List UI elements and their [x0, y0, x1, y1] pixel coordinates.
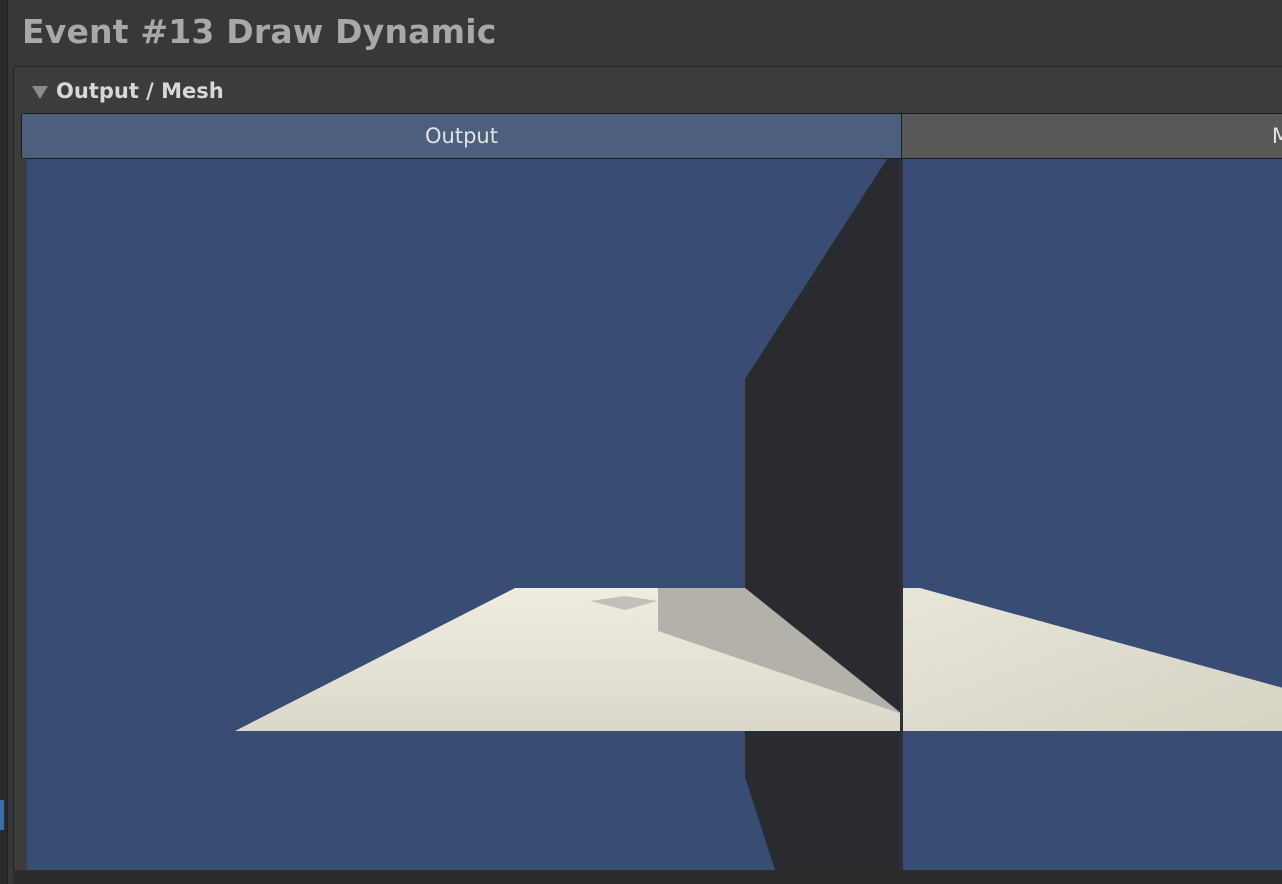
sky-background [27, 159, 1282, 870]
triangle-down-icon[interactable] [32, 85, 48, 99]
selection-marker [0, 800, 4, 830]
output-mesh-foldout[interactable]: Output / Mesh [18, 76, 224, 106]
scene-render [27, 159, 1282, 870]
split-divider [900, 159, 903, 870]
foldout-label: Output / Mesh [56, 79, 224, 103]
wall-lower [745, 731, 902, 870]
bottom-strip [13, 870, 1282, 884]
frame-debugger-window: Event #13 Draw Dynamic Output / Mesh Out… [0, 0, 1282, 884]
render-preview-viewport[interactable] [27, 159, 1282, 870]
tab-mesh[interactable]: M [902, 114, 1282, 158]
tab-output[interactable]: Output [22, 114, 902, 158]
left-edge-panel [0, 0, 8, 884]
output-mesh-tabs: Output M [21, 113, 1282, 159]
event-title: Event #13 Draw Dynamic [22, 12, 497, 51]
